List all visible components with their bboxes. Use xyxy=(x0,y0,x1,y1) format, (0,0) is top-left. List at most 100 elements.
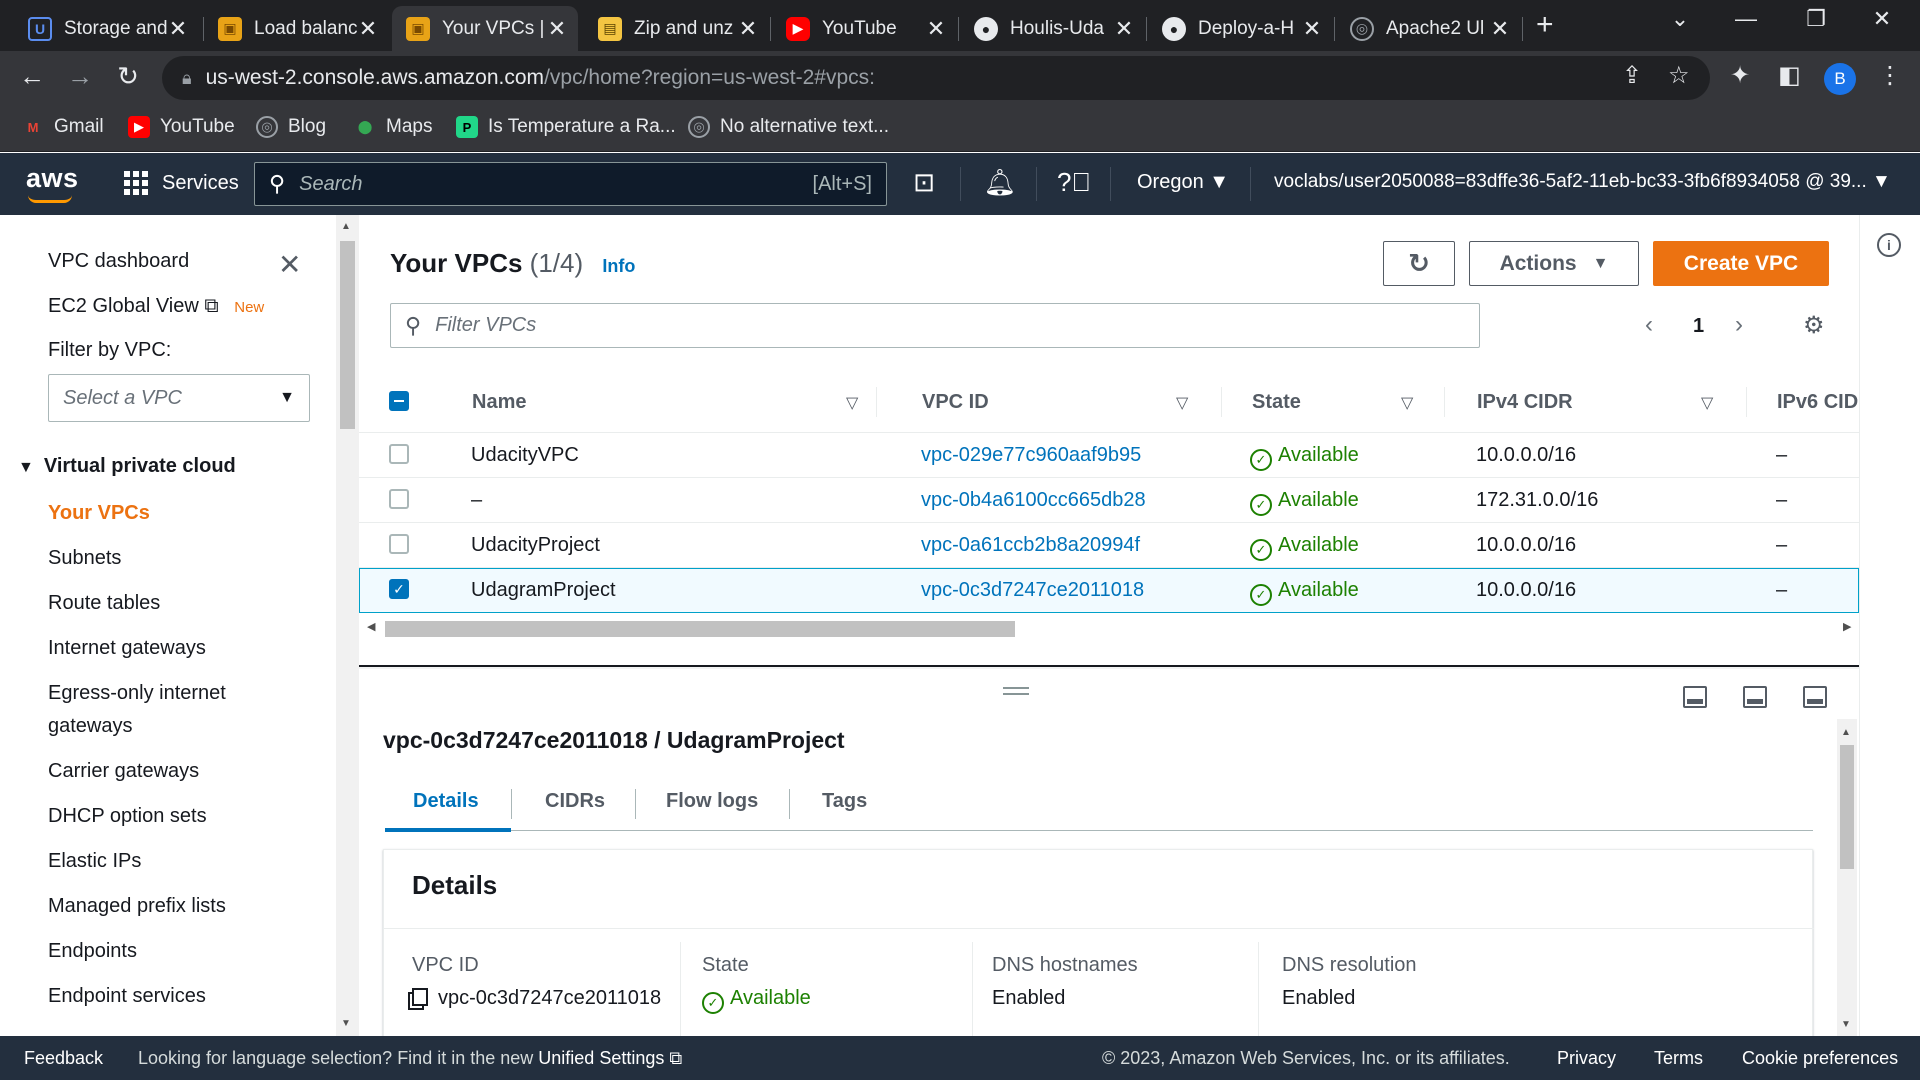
reload-icon[interactable]: ↻ xyxy=(110,61,146,92)
unified-settings-link[interactable]: Unified Settings xyxy=(538,1048,664,1068)
account-menu[interactable]: voclabs/user2050088=83dffe36-5af2-11eb-b… xyxy=(1274,171,1891,193)
sidebar-item-internet-gateways[interactable]: Internet gateways xyxy=(48,637,206,660)
actions-button[interactable]: Actions ▼ xyxy=(1469,241,1639,286)
browser-tab[interactable]: ▶ YouTube ✕ xyxy=(772,6,957,51)
privacy-link[interactable]: Privacy xyxy=(1557,1048,1616,1069)
bookmark-youtube[interactable]: ▶ YouTube xyxy=(128,116,235,138)
close-icon[interactable]: ✕ xyxy=(1113,16,1135,42)
create-vpc-button[interactable]: Create VPC xyxy=(1653,241,1829,286)
table-row[interactable]: UdacityProject vpc-0a61ccb2b8a20994f ✓ Av… xyxy=(359,523,1859,568)
close-icon[interactable]: ✕ xyxy=(925,16,947,42)
sort-icon[interactable]: ▽ xyxy=(846,393,858,413)
panel-side-icon[interactable] xyxy=(1743,686,1767,708)
next-page-icon[interactable]: › xyxy=(1735,311,1743,339)
table-horizontal-scrollbar[interactable]: ◀ ▶ xyxy=(359,617,1859,639)
column-header-state[interactable]: State xyxy=(1252,391,1301,414)
menu-icon[interactable]: ⋮ xyxy=(1878,61,1902,90)
row-checkbox-checked[interactable]: ✓ xyxy=(389,579,409,599)
column-header-ipv4-cidr[interactable]: IPv4 CIDR xyxy=(1477,391,1573,414)
sidebar-item-elastic-ips[interactable]: Elastic IPs xyxy=(48,850,141,873)
terms-link[interactable]: Terms xyxy=(1654,1048,1703,1069)
close-icon[interactable]: ✕ xyxy=(1301,16,1323,42)
back-icon[interactable]: ← xyxy=(14,61,50,92)
page-number[interactable]: 1 xyxy=(1693,315,1704,338)
sidebar-item-vpc-dashboard[interactable]: VPC dashboard xyxy=(48,250,189,273)
services-menu[interactable]: Services xyxy=(124,171,239,195)
scrollbar-thumb[interactable] xyxy=(340,241,355,429)
browser-tab[interactable]: ● Deploy-a-H ✕ xyxy=(1148,6,1333,51)
row-checkbox[interactable] xyxy=(389,444,409,464)
gear-icon[interactable]: ⚙ xyxy=(1803,311,1825,340)
sidebar-item-managed-prefix-lists[interactable]: Managed prefix lists xyxy=(48,895,226,918)
sidebar-item-your-vpcs[interactable]: Your VPCs xyxy=(48,502,150,525)
column-header-name[interactable]: Name xyxy=(472,391,526,414)
browser-tab[interactable]: ◎ Apache2 Ul ✕ xyxy=(1336,6,1521,51)
table-row-selected[interactable]: ✓ UdagramProject vpc-0c3d7247ce2011018 ✓… xyxy=(359,568,1859,613)
scrollbar-thumb[interactable] xyxy=(1840,745,1854,869)
bookmark-temperature[interactable]: P Is Temperature a Ra... xyxy=(456,116,676,138)
close-icon[interactable]: ✕ xyxy=(737,16,759,42)
column-header-vpc-id[interactable]: VPC ID xyxy=(922,391,989,414)
browser-tab[interactable]: ● Houlis-Uda ✕ xyxy=(960,6,1145,51)
address-bar[interactable]: 🔒︎ us-west-2.console.aws.amazon.com/vpc/… xyxy=(162,56,1710,100)
cell-vpc-id-link[interactable]: vpc-029e77c960aaf9b95 xyxy=(921,444,1141,467)
browser-tab[interactable]: U Storage and ✕ xyxy=(14,6,199,51)
copy-icon[interactable] xyxy=(412,988,428,1006)
tab-details[interactable]: Details xyxy=(413,790,479,813)
sidebar-item-carrier-gateways[interactable]: Carrier gateways xyxy=(48,760,199,783)
scroll-down-icon[interactable]: ▼ xyxy=(341,1018,351,1029)
scroll-left-icon[interactable]: ◀ xyxy=(367,620,375,633)
tab-search-icon[interactable]: ⌄ xyxy=(1650,6,1710,32)
column-header-ipv6-cidr[interactable]: IPv6 CID xyxy=(1777,391,1858,414)
close-icon[interactable]: ✕ xyxy=(167,16,189,42)
sidebar-item-egress-only-gateways-line2[interactable]: gateways xyxy=(48,715,133,738)
resize-handle[interactable] xyxy=(1003,687,1029,695)
close-icon[interactable]: ✕ xyxy=(546,16,568,42)
sort-icon[interactable]: ▽ xyxy=(1401,393,1413,413)
share-icon[interactable]: ⇪ xyxy=(1622,61,1642,90)
table-row[interactable]: – vpc-0b4a6100cc665db28 ✓ Available 172.3… xyxy=(359,478,1859,523)
table-row[interactable]: UdacityVPC vpc-029e77c960aaf9b95 ✓ Availa… xyxy=(359,433,1859,478)
sidebar-item-route-tables[interactable]: Route tables xyxy=(48,592,160,615)
sort-icon[interactable]: ▽ xyxy=(1176,393,1188,413)
side-panel-icon[interactable]: ◧ xyxy=(1778,61,1801,90)
panel-maximize-icon[interactable] xyxy=(1803,686,1827,708)
row-checkbox[interactable] xyxy=(389,534,409,554)
close-icon[interactable]: ✕ xyxy=(357,16,379,42)
browser-tab-active[interactable]: ▣ Your VPCs | ✕ xyxy=(392,6,578,51)
feedback-link[interactable]: Feedback xyxy=(24,1048,103,1069)
cell-vpc-id-link[interactable]: vpc-0c3d7247ce2011018 xyxy=(921,579,1144,602)
vpc-filter-select[interactable]: Select a VPC ▼ xyxy=(48,374,310,422)
tab-cidrs[interactable]: CIDRs xyxy=(545,790,605,813)
sidebar-item-subnets[interactable]: Subnets xyxy=(48,547,121,570)
scrollbar-thumb[interactable] xyxy=(385,621,1015,637)
region-selector[interactable]: Oregon ▼ xyxy=(1137,171,1229,194)
cookie-preferences-link[interactable]: Cookie preferences xyxy=(1742,1048,1898,1069)
sidebar-item-ec2-global-view[interactable]: EC2 Global View ⧉ New xyxy=(48,295,264,318)
scroll-down-icon[interactable]: ▼ xyxy=(1841,1019,1851,1030)
refresh-button[interactable]: ↻ xyxy=(1383,241,1455,286)
sidebar-item-endpoint-services[interactable]: Endpoint services xyxy=(48,985,206,1008)
new-tab-button[interactable]: + xyxy=(1536,8,1554,42)
split-panel-scrollbar[interactable]: ▲ ▼ xyxy=(1837,719,1857,1036)
close-icon[interactable]: ✕ xyxy=(278,248,301,281)
bookmark-maps[interactable]: ⬤ Maps xyxy=(354,116,433,138)
sidebar-item-egress-only-gateways[interactable]: Egress-only internet xyxy=(48,682,226,705)
notifications-icon[interactable]: 🔔︎ xyxy=(982,167,1018,198)
browser-tab[interactable]: ▣ Load balanc ✕ xyxy=(204,6,389,51)
info-icon[interactable]: i xyxy=(1877,233,1901,257)
restore-icon[interactable]: ❐ xyxy=(1786,6,1846,32)
section-virtual-private-cloud[interactable]: ▼ Virtual private cloud xyxy=(18,455,236,478)
info-link[interactable]: Info xyxy=(602,256,635,276)
row-checkbox[interactable] xyxy=(389,489,409,509)
close-icon[interactable]: ✕ xyxy=(1489,16,1511,42)
help-icon[interactable]: ?⃝ xyxy=(1056,167,1092,198)
browser-tab[interactable]: ▤ Zip and unz ✕ xyxy=(584,6,769,51)
bookmark-gmail[interactable]: M Gmail xyxy=(22,116,104,138)
aws-logo[interactable]: aws xyxy=(26,163,79,194)
prev-page-icon[interactable]: ‹ xyxy=(1645,311,1653,339)
sidebar-item-endpoints[interactable]: Endpoints xyxy=(48,940,137,963)
filter-vpcs-input[interactable]: ⚲ Filter VPCs xyxy=(390,303,1480,348)
select-all-checkbox[interactable] xyxy=(389,391,409,411)
bookmark-blog[interactable]: ◎ Blog xyxy=(256,116,326,138)
